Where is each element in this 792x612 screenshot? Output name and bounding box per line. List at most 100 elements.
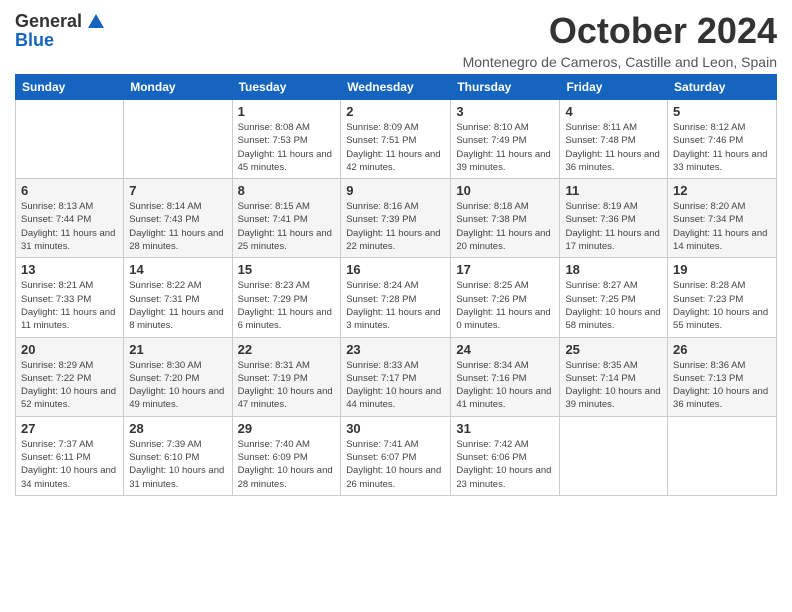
- day-info: Sunrise: 7:42 AMSunset: 6:06 PMDaylight:…: [456, 438, 554, 491]
- day-number: 25: [565, 342, 662, 357]
- calendar-cell: [560, 416, 668, 495]
- day-info: Sunrise: 8:22 AMSunset: 7:31 PMDaylight:…: [129, 279, 226, 332]
- logo-general: General: [15, 11, 82, 32]
- day-number: 24: [456, 342, 554, 357]
- calendar-cell: 7Sunrise: 8:14 AMSunset: 7:43 PMDaylight…: [124, 179, 232, 258]
- calendar-cell: 11 Sunrise: 8:19 AMSunset: 7:36 PMDayligh…: [560, 179, 668, 258]
- day-info: Sunrise: 8:23 AMSunset: 7:29 PMDaylight:…: [238, 279, 336, 332]
- calendar-cell: 27 Sunrise: 7:37 AMSunset: 6:11 PMDayligh…: [16, 416, 124, 495]
- day-info: Sunrise: 8:13 AMSunset: 7:44 PMDaylight:…: [21, 200, 118, 253]
- calendar-cell: [124, 100, 232, 179]
- day-info: Sunrise: 7:37 AMSunset: 6:11 PMDaylight:…: [21, 438, 118, 491]
- calendar-cell: 5Sunrise: 8:12 AMSunset: 7:46 PMDaylight…: [668, 100, 777, 179]
- calendar-cell: 18 Sunrise: 8:27 AMSunset: 7:25 PMDayligh…: [560, 258, 668, 337]
- day-number: 30: [346, 421, 445, 436]
- week-row-4: 20 Sunrise: 8:29 AMSunset: 7:22 PMDayligh…: [16, 337, 777, 416]
- day-info: Sunrise: 8:30 AMSunset: 7:20 PMDaylight:…: [129, 359, 226, 412]
- calendar-cell: 2 Sunrise: 8:09 AMSunset: 7:51 PMDaylight…: [341, 100, 451, 179]
- calendar-cell: 21Sunrise: 8:30 AMSunset: 7:20 PMDayligh…: [124, 337, 232, 416]
- day-info: Sunrise: 8:29 AMSunset: 7:22 PMDaylight:…: [21, 359, 118, 412]
- day-info: Sunrise: 8:33 AMSunset: 7:17 PMDaylight:…: [346, 359, 445, 412]
- calendar-cell: 9 Sunrise: 8:16 AMSunset: 7:39 PMDaylight…: [341, 179, 451, 258]
- weekday-header-friday: Friday: [560, 75, 668, 100]
- calendar-cell: 10 Sunrise: 8:18 AMSunset: 7:38 PMDayligh…: [451, 179, 560, 258]
- day-number: 27: [21, 421, 118, 436]
- week-row-1: 1 Sunrise: 8:08 AMSunset: 7:53 PMDaylight…: [16, 100, 777, 179]
- title-block: October 2024 Montenegro de Cameros, Cast…: [463, 10, 777, 70]
- calendar-cell: [668, 416, 777, 495]
- day-info: Sunrise: 8:08 AMSunset: 7:53 PMDaylight:…: [238, 121, 336, 174]
- day-number: 1: [238, 104, 336, 119]
- day-number: 2: [346, 104, 445, 119]
- weekday-header-wednesday: Wednesday: [341, 75, 451, 100]
- day-number: 13: [21, 262, 118, 277]
- day-number: 18: [565, 262, 662, 277]
- calendar-cell: 6 Sunrise: 8:13 AMSunset: 7:44 PMDaylight…: [16, 179, 124, 258]
- day-info: Sunrise: 7:39 AMSunset: 6:10 PMDaylight:…: [129, 438, 226, 491]
- day-info: Sunrise: 8:27 AMSunset: 7:25 PMDaylight:…: [565, 279, 662, 332]
- day-info: Sunrise: 8:09 AMSunset: 7:51 PMDaylight:…: [346, 121, 445, 174]
- day-info: Sunrise: 8:28 AMSunset: 7:23 PMDaylight:…: [673, 279, 771, 332]
- day-info: Sunrise: 7:40 AMSunset: 6:09 PMDaylight:…: [238, 438, 336, 491]
- header: General Blue October 2024 Montenegro de …: [15, 10, 777, 70]
- day-info: Sunrise: 8:20 AMSunset: 7:34 PMDaylight:…: [673, 200, 771, 253]
- day-info: Sunrise: 8:15 AMSunset: 7:41 PMDaylight:…: [238, 200, 336, 253]
- calendar-cell: 16Sunrise: 8:24 AMSunset: 7:28 PMDayligh…: [341, 258, 451, 337]
- day-number: 23: [346, 342, 445, 357]
- calendar-cell: 31 Sunrise: 7:42 AMSunset: 6:06 PMDayligh…: [451, 416, 560, 495]
- weekday-header-sunday: Sunday: [16, 75, 124, 100]
- day-number: 10: [456, 183, 554, 198]
- calendar-cell: [16, 100, 124, 179]
- calendar-cell: 24Sunrise: 8:34 AMSunset: 7:16 PMDayligh…: [451, 337, 560, 416]
- day-number: 29: [238, 421, 336, 436]
- calendar-cell: 25 Sunrise: 8:35 AMSunset: 7:14 PMDayligh…: [560, 337, 668, 416]
- day-number: 17: [456, 262, 554, 277]
- day-number: 22: [238, 342, 336, 357]
- weekday-header-saturday: Saturday: [668, 75, 777, 100]
- calendar-cell: 30 Sunrise: 7:41 AMSunset: 6:07 PMDayligh…: [341, 416, 451, 495]
- day-number: 26: [673, 342, 771, 357]
- day-info: Sunrise: 8:19 AMSunset: 7:36 PMDaylight:…: [565, 200, 662, 253]
- day-info: Sunrise: 8:25 AMSunset: 7:26 PMDaylight:…: [456, 279, 554, 332]
- week-row-2: 6 Sunrise: 8:13 AMSunset: 7:44 PMDaylight…: [16, 179, 777, 258]
- day-info: Sunrise: 8:31 AMSunset: 7:19 PMDaylight:…: [238, 359, 336, 412]
- calendar-cell: 12 Sunrise: 8:20 AMSunset: 7:34 PMDayligh…: [668, 179, 777, 258]
- weekday-header-row: SundayMondayTuesdayWednesdayThursdayFrid…: [16, 75, 777, 100]
- calendar-cell: 14Sunrise: 8:22 AMSunset: 7:31 PMDayligh…: [124, 258, 232, 337]
- calendar-cell: 17 Sunrise: 8:25 AMSunset: 7:26 PMDayligh…: [451, 258, 560, 337]
- calendar-cell: 4Sunrise: 8:11 AMSunset: 7:48 PMDaylight…: [560, 100, 668, 179]
- week-row-3: 13Sunrise: 8:21 AMSunset: 7:33 PMDayligh…: [16, 258, 777, 337]
- logo: General Blue: [15, 10, 106, 51]
- calendar-cell: 19 Sunrise: 8:28 AMSunset: 7:23 PMDayligh…: [668, 258, 777, 337]
- logo-blue: Blue: [15, 30, 106, 51]
- day-number: 31: [456, 421, 554, 436]
- calendar-cell: 1 Sunrise: 8:08 AMSunset: 7:53 PMDaylight…: [232, 100, 341, 179]
- day-number: 19: [673, 262, 771, 277]
- day-info: Sunrise: 8:36 AMSunset: 7:13 PMDaylight:…: [673, 359, 771, 412]
- day-number: 12: [673, 183, 771, 198]
- day-number: 11: [565, 183, 662, 198]
- day-number: 8: [238, 183, 336, 198]
- day-info: Sunrise: 8:35 AMSunset: 7:14 PMDaylight:…: [565, 359, 662, 412]
- calendar-cell: 20 Sunrise: 8:29 AMSunset: 7:22 PMDayligh…: [16, 337, 124, 416]
- day-info: Sunrise: 8:18 AMSunset: 7:38 PMDaylight:…: [456, 200, 554, 253]
- calendar-cell: 29 Sunrise: 7:40 AMSunset: 6:09 PMDayligh…: [232, 416, 341, 495]
- calendar-table: SundayMondayTuesdayWednesdayThursdayFrid…: [15, 74, 777, 496]
- day-number: 7: [129, 183, 226, 198]
- calendar-cell: 22 Sunrise: 8:31 AMSunset: 7:19 PMDayligh…: [232, 337, 341, 416]
- day-number: 6: [21, 183, 118, 198]
- day-info: Sunrise: 8:10 AMSunset: 7:49 PMDaylight:…: [456, 121, 554, 174]
- calendar-cell: 26 Sunrise: 8:36 AMSunset: 7:13 PMDayligh…: [668, 337, 777, 416]
- day-info: Sunrise: 7:41 AMSunset: 6:07 PMDaylight:…: [346, 438, 445, 491]
- day-info: Sunrise: 8:12 AMSunset: 7:46 PMDaylight:…: [673, 121, 771, 174]
- day-number: 3: [456, 104, 554, 119]
- day-number: 20: [21, 342, 118, 357]
- logo-icon: [84, 10, 106, 32]
- day-number: 9: [346, 183, 445, 198]
- week-row-5: 27 Sunrise: 7:37 AMSunset: 6:11 PMDayligh…: [16, 416, 777, 495]
- day-info: Sunrise: 8:16 AMSunset: 7:39 PMDaylight:…: [346, 200, 445, 253]
- day-number: 28: [129, 421, 226, 436]
- calendar-cell: 13Sunrise: 8:21 AMSunset: 7:33 PMDayligh…: [16, 258, 124, 337]
- day-info: Sunrise: 8:24 AMSunset: 7:28 PMDaylight:…: [346, 279, 445, 332]
- calendar-cell: 23 Sunrise: 8:33 AMSunset: 7:17 PMDayligh…: [341, 337, 451, 416]
